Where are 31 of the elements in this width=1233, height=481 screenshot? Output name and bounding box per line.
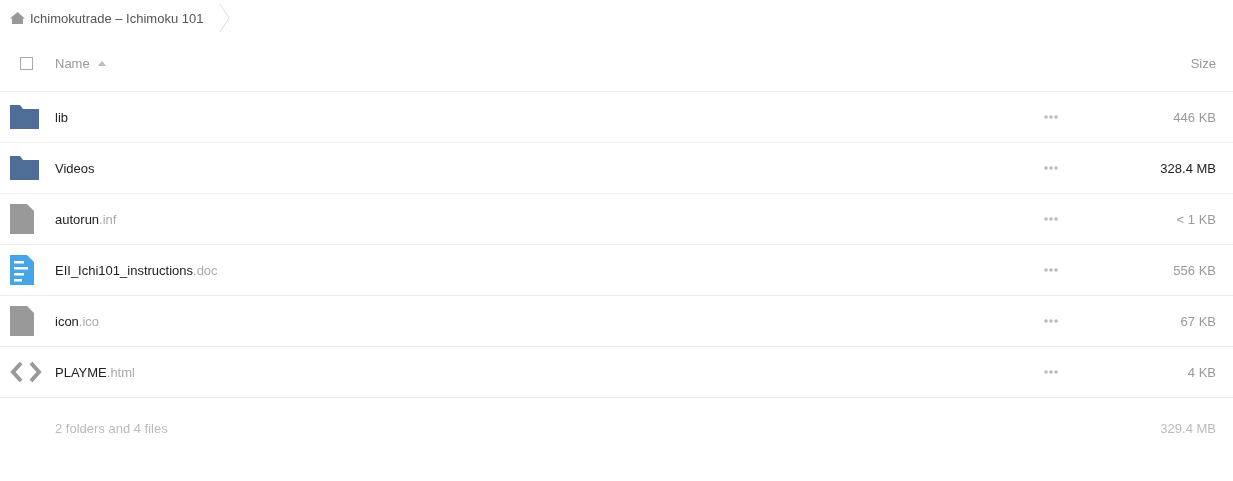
more-icon[interactable] <box>1044 166 1058 170</box>
file-icon <box>10 306 34 336</box>
document-icon <box>10 255 34 285</box>
file-size: 67 KB <box>1179 313 1216 329</box>
file-size: 328.4 MB <box>1159 160 1216 176</box>
breadcrumb-separator-icon <box>219 3 232 33</box>
file-name[interactable]: lib <box>55 109 68 125</box>
more-icon[interactable] <box>1044 370 1058 374</box>
file-name[interactable]: EII_Ichi101_instructions.doc <box>55 262 218 278</box>
file-name[interactable]: Videos <box>55 160 95 176</box>
file-name[interactable]: PLAYME.html <box>55 364 135 380</box>
file-icon <box>10 204 34 234</box>
file-name[interactable]: icon.ico <box>55 313 100 329</box>
home-icon[interactable] <box>10 12 25 24</box>
more-icon[interactable] <box>1044 268 1058 272</box>
file-size: 556 KB <box>1172 262 1216 278</box>
folder-icon <box>10 105 39 129</box>
folder-icon <box>10 156 39 180</box>
more-icon[interactable] <box>1044 217 1058 221</box>
more-icon[interactable] <box>1044 115 1058 119</box>
sort-ascending-icon <box>97 61 106 66</box>
file-name[interactable]: autorun.inf <box>55 211 117 227</box>
file-size: 4 KB <box>1186 364 1216 380</box>
summary-size: 329.4 MB <box>1160 420 1216 436</box>
file-size: 446 KB <box>1172 109 1216 125</box>
more-icon[interactable] <box>1044 319 1058 323</box>
breadcrumb-link[interactable]: Ichimokutrade – Ichimoku 101 <box>30 10 204 26</box>
select-all-checkbox[interactable] <box>20 57 33 70</box>
code-icon <box>10 361 42 383</box>
summary-count: 2 folders and 4 files <box>55 420 168 436</box>
file-size: < 1 KB <box>1175 211 1216 227</box>
